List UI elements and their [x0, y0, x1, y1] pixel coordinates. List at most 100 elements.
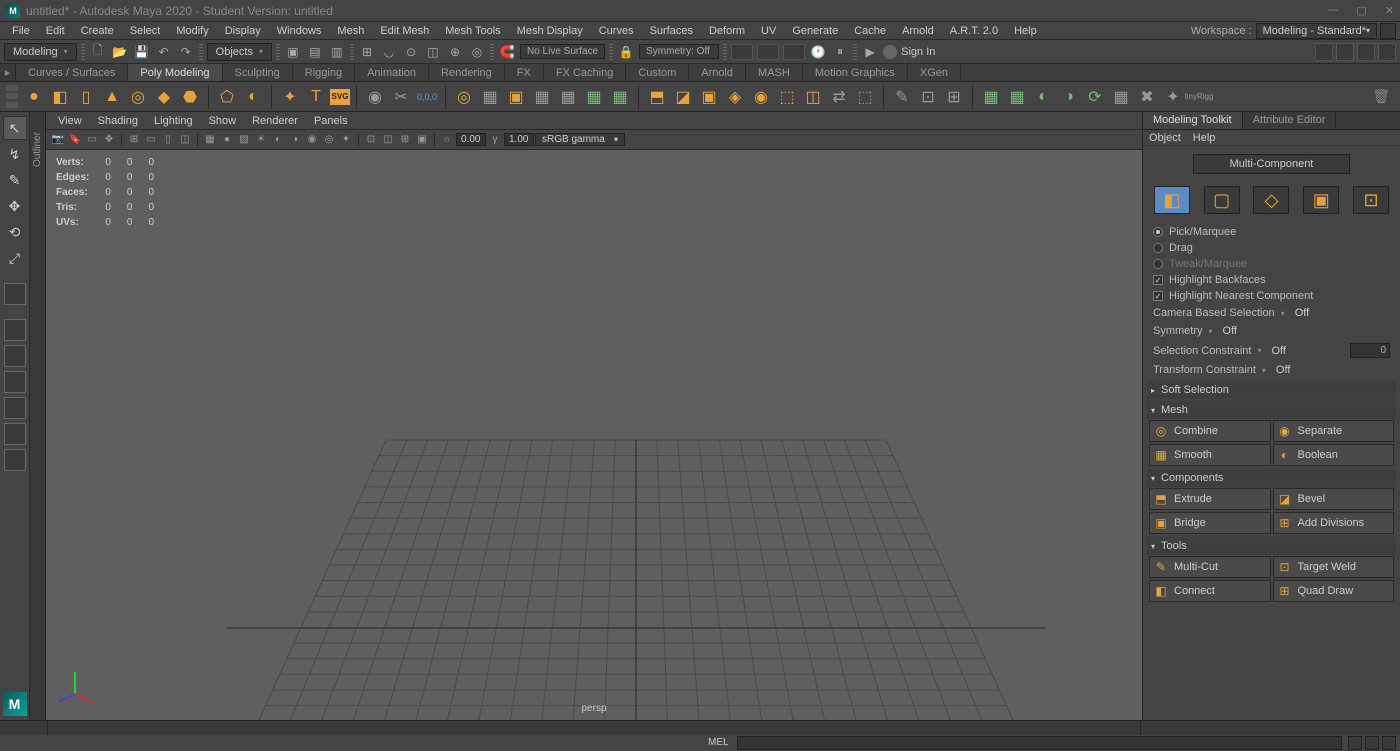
- bevel-button[interactable]: ◪Bevel: [1273, 488, 1395, 510]
- vp-film-gate-icon[interactable]: ▭: [143, 132, 159, 148]
- shelf-nav-icon[interactable]: ▸: [0, 64, 16, 81]
- shelf-tab-mash[interactable]: MASH: [746, 64, 803, 81]
- vp-xray-joints-icon[interactable]: ⊞: [397, 132, 413, 148]
- super-ellipse-icon[interactable]: ◐: [241, 85, 265, 109]
- panel-menu-lighting[interactable]: Lighting: [146, 113, 201, 129]
- smooth-button[interactable]: ▦Smooth: [1149, 444, 1271, 466]
- menu-display[interactable]: Display: [217, 23, 269, 39]
- layout-persp-uv-icon[interactable]: [4, 423, 26, 445]
- extrude-button[interactable]: ⬒Extrude: [1149, 488, 1271, 510]
- crease-icon[interactable]: ▦: [1005, 85, 1029, 109]
- highlight-nearest-check[interactable]: ✓Highlight Nearest Component: [1147, 288, 1396, 304]
- remesh-icon[interactable]: ▦: [608, 85, 632, 109]
- poly-sphere-icon[interactable]: ●: [22, 85, 46, 109]
- panel-menu-renderer[interactable]: Renderer: [244, 113, 306, 129]
- move-tool[interactable]: ✥: [3, 194, 27, 218]
- shelf-tab-custom[interactable]: Custom: [626, 64, 689, 81]
- target-weld-button[interactable]: ⊡Target Weld: [1273, 556, 1395, 578]
- vp-image-plane-icon[interactable]: ▭: [84, 132, 100, 148]
- connect-button[interactable]: ◧Connect: [1149, 580, 1271, 602]
- shelf-options-icon[interactable]: [4, 84, 20, 110]
- shelf-tab-fxcaching[interactable]: FX Caching: [544, 64, 626, 81]
- selection-constraint-value[interactable]: 0: [1350, 343, 1390, 358]
- camera-selection-row[interactable]: Camera Based Selection▾Off: [1147, 304, 1396, 322]
- undo-icon[interactable]: ↶: [155, 43, 173, 61]
- fill-hole-icon[interactable]: ▣: [504, 85, 528, 109]
- separate-icon[interactable]: ▦: [478, 85, 502, 109]
- detach-icon[interactable]: ⬚: [775, 85, 799, 109]
- connect-icon[interactable]: ⊞: [942, 85, 966, 109]
- highlight-backfaces-check[interactable]: ✓Highlight Backfaces: [1147, 272, 1396, 288]
- sculpt4-icon[interactable]: ▦: [1109, 85, 1133, 109]
- symmetry-dropdown[interactable]: Symmetry: Off: [639, 44, 719, 59]
- menu-mesh[interactable]: Mesh: [329, 23, 372, 39]
- snap-plane-icon[interactable]: ◫: [424, 43, 442, 61]
- menu-edit[interactable]: Edit: [38, 23, 73, 39]
- target-weld-icon[interactable]: ⊡: [916, 85, 940, 109]
- menu-windows[interactable]: Windows: [269, 23, 330, 39]
- scale-tool[interactable]: ⤢: [3, 246, 27, 270]
- vp-resolution-gate-icon[interactable]: ▯: [160, 132, 176, 148]
- combine-icon[interactable]: ◎: [452, 85, 476, 109]
- poly-disc-icon[interactable]: ⬣: [178, 85, 202, 109]
- poly-type-text-icon[interactable]: T: [304, 85, 328, 109]
- menu-edit-mesh[interactable]: Edit Mesh: [372, 23, 437, 39]
- menu-arnold[interactable]: Arnold: [894, 23, 942, 39]
- vp-msaa-icon[interactable]: ✦: [338, 132, 354, 148]
- tinyrigg-icon[interactable]: tinyRigg: [1187, 85, 1211, 109]
- vp-bookmark-icon[interactable]: 🔖: [67, 132, 83, 148]
- poly-cube-icon[interactable]: ◧: [48, 85, 72, 109]
- construction-history-icon[interactable]: 🕐: [809, 43, 827, 61]
- snap-curve-icon[interactable]: ◡: [380, 43, 398, 61]
- sculpt5-icon[interactable]: ✖: [1135, 85, 1159, 109]
- command-shell-icon[interactable]: [1382, 736, 1396, 750]
- sculpt1-icon[interactable]: ◐: [1031, 85, 1055, 109]
- selection-constraint-row[interactable]: Selection Constraint▾Off 0: [1147, 340, 1396, 361]
- hypershade-icon[interactable]: [1315, 43, 1333, 61]
- poly-cone-icon[interactable]: ▲: [100, 85, 124, 109]
- vp-xray-icon[interactable]: ◫: [380, 132, 396, 148]
- menu-modify[interactable]: Modify: [168, 23, 216, 39]
- select-object-mode-icon[interactable]: ◧: [1154, 186, 1190, 214]
- panel-menu-view[interactable]: View: [50, 113, 90, 129]
- combine-button[interactable]: ◎Combine: [1149, 420, 1271, 442]
- vp-all-lights-icon[interactable]: ☀: [253, 132, 269, 148]
- panel-menu-show[interactable]: Show: [201, 113, 245, 129]
- sign-in-button[interactable]: Sign In: [883, 45, 935, 59]
- tools-section[interactable]: ▾Tools: [1147, 537, 1396, 555]
- layout-graph-icon[interactable]: [4, 449, 26, 471]
- vp-gate-mask-icon[interactable]: ◫: [177, 132, 193, 148]
- poly-type-star-icon[interactable]: ✦: [278, 85, 302, 109]
- sel-by-hierarchy-icon[interactable]: ▣: [284, 43, 302, 61]
- normals-icon[interactable]: ⬚: [853, 85, 877, 109]
- range-slider-1-icon[interactable]: [731, 44, 753, 60]
- smooth-icon[interactable]: ▦: [530, 85, 554, 109]
- select-uv-mode-icon[interactable]: ⊡: [1353, 186, 1389, 214]
- vp-shadows-icon[interactable]: ◐: [270, 132, 286, 148]
- platonic-icon[interactable]: ⬠: [215, 85, 239, 109]
- snap-live-icon[interactable]: ◎: [468, 43, 486, 61]
- add-divisions-button[interactable]: ⊞Add Divisions: [1273, 512, 1395, 534]
- snap-grid-icon[interactable]: ⊞: [358, 43, 376, 61]
- range-slider-3-icon[interactable]: [783, 44, 805, 60]
- panel-menu-shading[interactable]: Shading: [90, 113, 146, 129]
- help-line-icon[interactable]: [1365, 736, 1379, 750]
- minimize-button[interactable]: —: [1327, 4, 1338, 17]
- outliner-tab[interactable]: Outliner: [30, 112, 46, 720]
- select-vertex-mode-icon[interactable]: ▢: [1204, 186, 1240, 214]
- retopo-icon[interactable]: ▦: [582, 85, 606, 109]
- layout-two-icon[interactable]: [4, 371, 26, 393]
- reduce-icon[interactable]: ▦: [556, 85, 580, 109]
- menu-create[interactable]: Create: [73, 23, 122, 39]
- select-tool[interactable]: ↖: [3, 116, 27, 140]
- menu-curves[interactable]: Curves: [591, 23, 642, 39]
- vp-camera-icon[interactable]: 📷: [50, 132, 66, 148]
- bevel-icon[interactable]: ◪: [671, 85, 695, 109]
- select-edge-mode-icon[interactable]: ◇: [1253, 186, 1289, 214]
- vp-gamma-icon[interactable]: γ: [487, 132, 503, 148]
- workspace-dropdown[interactable]: Modeling - Standard*▾: [1256, 23, 1377, 39]
- close-button[interactable]: ✕: [1385, 4, 1394, 17]
- shelf-tab-sculpting[interactable]: Sculpting: [223, 64, 293, 81]
- quad-draw-icon[interactable]: ▦: [979, 85, 1003, 109]
- extrude-icon[interactable]: ⬒: [645, 85, 669, 109]
